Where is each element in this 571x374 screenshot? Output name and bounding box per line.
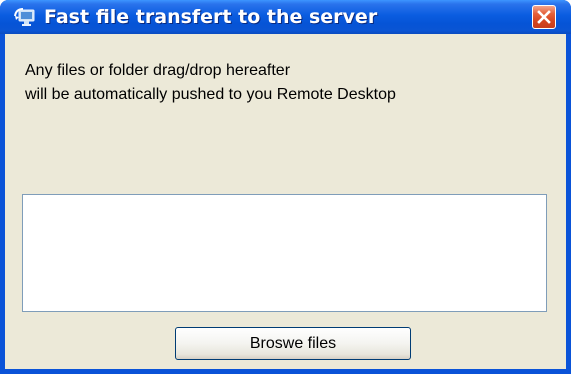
close-button[interactable]	[532, 5, 556, 29]
file-transfer-window: Fast file transfert to the server Any fi…	[0, 0, 571, 374]
remote-desktop-icon	[14, 7, 36, 27]
window-title: Fast file transfert to the server	[44, 6, 378, 28]
browse-files-button[interactable]: Broswe files	[175, 327, 411, 360]
title-bar[interactable]: Fast file transfert to the server	[0, 0, 571, 34]
file-drop-zone[interactable]	[22, 194, 547, 312]
instruction-line-2: will be automatically pushed to you Remo…	[25, 86, 396, 103]
instruction-line-1: Any files or folder drag/drop hereafter	[25, 62, 291, 79]
instruction-text: Any files or folder drag/drop hereafter …	[25, 59, 555, 107]
